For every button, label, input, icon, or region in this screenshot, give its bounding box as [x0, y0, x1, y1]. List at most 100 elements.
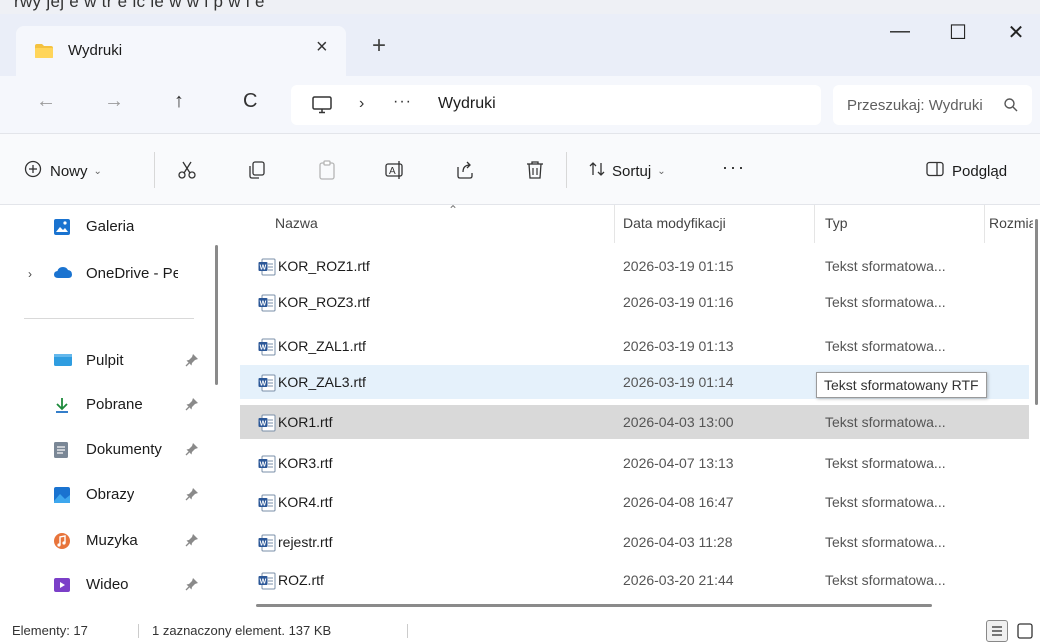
file-name: KOR1.rtf — [278, 414, 333, 430]
column-separator[interactable] — [984, 205, 985, 243]
computer-icon — [311, 96, 333, 117]
file-date: 2026-04-08 16:47 — [623, 494, 734, 510]
preview-pane-icon — [926, 161, 944, 181]
sidebar-item-muzyka[interactable]: Muzyka — [0, 523, 210, 559]
more-options-button[interactable]: ··· — [722, 156, 746, 178]
status-bar: Elementy: 17 1 zaznaczony element. 137 K… — [0, 618, 1040, 644]
sidebar-item-wideo[interactable]: Wideo — [0, 567, 210, 603]
tab-title: Wydruki — [68, 42, 123, 59]
folder-icon — [34, 43, 54, 62]
rtf-document-icon: W — [258, 455, 276, 473]
sidebar-item-label: Dokumenty — [86, 441, 162, 458]
sidebar-item-obrazy[interactable]: Obrazy — [0, 477, 210, 513]
sidebar-item-pobrane[interactable]: Pobrane — [0, 387, 210, 423]
sidebar-item-galeria[interactable]: Galeria — [0, 209, 210, 245]
file-name: KOR_ROZ3.rtf — [278, 294, 370, 310]
file-row[interactable]: W KOR3.rtf 2026-04-07 13:13 Tekst sforma… — [240, 446, 1029, 480]
pin-icon[interactable] — [185, 487, 199, 505]
item-count: Elementy: 17 — [12, 623, 88, 638]
file-type: Tekst sformatowa... — [825, 494, 946, 510]
column-separator[interactable] — [814, 205, 815, 243]
file-type: Tekst sformatowa... — [825, 294, 946, 310]
close-window-button[interactable]: ✕ — [996, 20, 1036, 52]
column-separator[interactable] — [614, 205, 615, 243]
breadcrumb-overflow-button[interactable]: ··· — [393, 93, 412, 111]
paste-icon[interactable] — [316, 159, 338, 181]
maximize-button[interactable]: ☐ — [938, 20, 978, 52]
search-box[interactable] — [833, 85, 1032, 125]
tab-wydruki[interactable]: Wydruki × — [16, 26, 346, 76]
column-header-date[interactable]: Data modyfikacji — [623, 215, 726, 231]
title-bar: Wydruki × + — ☐ ✕ — [0, 14, 1040, 76]
toolbar-divider — [154, 152, 155, 188]
desktop-icon — [53, 352, 72, 370]
file-type: Tekst sformatowa... — [825, 572, 946, 588]
rtf-document-icon: W — [258, 414, 276, 432]
horizontal-scrollbar[interactable] — [256, 604, 932, 607]
minimize-button[interactable]: — — [880, 20, 920, 52]
vertical-scrollbar[interactable] — [1035, 219, 1038, 405]
chevron-right-icon[interactable]: › — [28, 267, 32, 281]
file-row[interactable]: W KOR4.rtf 2026-04-08 16:47 Tekst sforma… — [240, 485, 1029, 519]
file-row[interactable]: W KOR_ZAL1.rtf 2026-03-19 01:13 Tekst sf… — [240, 329, 1029, 363]
pin-icon[interactable] — [185, 533, 199, 551]
sidebar-divider — [24, 318, 194, 319]
sort-button-label: Sortuj — [612, 162, 652, 180]
file-row[interactable]: W KOR_ROZ1.rtf 2026-03-19 01:15 Tekst sf… — [240, 249, 1029, 283]
status-divider — [138, 624, 139, 638]
pin-icon[interactable] — [185, 577, 199, 595]
search-input[interactable] — [833, 85, 993, 125]
navigation-pane: Galeria › OneDrive - Personal Pulpit Pob… — [0, 205, 218, 618]
delete-icon[interactable] — [524, 159, 546, 181]
sidebar-item-label: Pobrane — [86, 396, 143, 413]
svg-text:W: W — [260, 500, 267, 507]
forward-button[interactable]: → — [104, 90, 124, 113]
file-row[interactable]: W KOR1.rtf 2026-04-03 13:00 Tekst sforma… — [240, 405, 1029, 439]
sidebar-item-dokumenty[interactable]: Dokumenty — [0, 432, 210, 468]
tiles-view-icon[interactable] — [1014, 620, 1036, 642]
file-list: ⌃ Nazwa Data modyfikacji Typ Rozmiar W K… — [234, 203, 1040, 618]
preview-pane-button[interactable]: Podgląd — [926, 160, 1007, 182]
sidebar-item-pulpit[interactable]: Pulpit — [0, 343, 210, 379]
chevron-down-icon: ⌄ — [93, 165, 102, 177]
pin-icon[interactable] — [185, 353, 199, 371]
svg-text:W: W — [260, 578, 267, 585]
sidebar-item-onedrive[interactable]: › OneDrive - Personal — [0, 256, 210, 292]
file-type: Tekst sformatowa... — [825, 338, 946, 354]
search-icon[interactable] — [1003, 97, 1019, 116]
details-view-icon[interactable] — [986, 620, 1008, 642]
address-bar[interactable]: › ··· Wydruki — [291, 85, 821, 125]
pin-icon[interactable] — [185, 397, 199, 415]
refresh-button[interactable]: C — [243, 90, 257, 113]
file-row[interactable]: W ROZ.rtf 2026-03-20 21:44 Tekst sformat… — [240, 563, 1029, 597]
column-header-name[interactable]: Nazwa — [275, 215, 318, 231]
background-window-strip: rwy jej e w tr e ić ie w w i p w i e — [0, 0, 1040, 14]
svg-text:W: W — [260, 344, 267, 351]
address-bar-row: ← → ↑ C › ··· Wydruki — [0, 76, 1040, 134]
svg-text:W: W — [260, 264, 267, 271]
file-row[interactable]: W rejestr.rtf 2026-04-03 11:28 Tekst sfo… — [240, 525, 1029, 559]
column-header-type[interactable]: Typ — [825, 215, 848, 231]
new-tab-button[interactable]: + — [372, 34, 386, 58]
sort-button[interactable]: Sortuj ⌄ — [588, 160, 666, 182]
rename-icon[interactable]: A — [384, 159, 406, 181]
copy-icon[interactable] — [246, 159, 268, 181]
file-date: 2026-03-19 01:15 — [623, 258, 734, 274]
pin-icon[interactable] — [185, 442, 199, 460]
back-button[interactable]: ← — [36, 90, 56, 113]
new-button[interactable]: Nowy ⌄ — [24, 160, 102, 182]
rtf-document-icon: W — [258, 534, 276, 552]
pictures-icon — [53, 486, 71, 504]
type-tooltip: Tekst sformatowany RTF — [816, 372, 987, 398]
sidebar-scrollbar[interactable] — [215, 245, 218, 385]
column-header-size[interactable]: Rozmiar — [989, 215, 1033, 231]
cut-icon[interactable] — [176, 159, 198, 181]
up-button[interactable]: ↑ — [174, 90, 184, 113]
breadcrumb-current[interactable]: Wydruki — [438, 95, 496, 113]
file-row[interactable]: W KOR_ROZ3.rtf 2026-03-19 01:16 Tekst sf… — [240, 285, 1029, 319]
file-date: 2026-04-03 11:28 — [623, 534, 733, 550]
share-icon[interactable] — [454, 159, 476, 181]
file-date: 2026-04-03 13:00 — [623, 414, 734, 430]
tab-close-button[interactable]: × — [316, 36, 328, 59]
preview-pane-label: Podgląd — [952, 162, 1008, 180]
